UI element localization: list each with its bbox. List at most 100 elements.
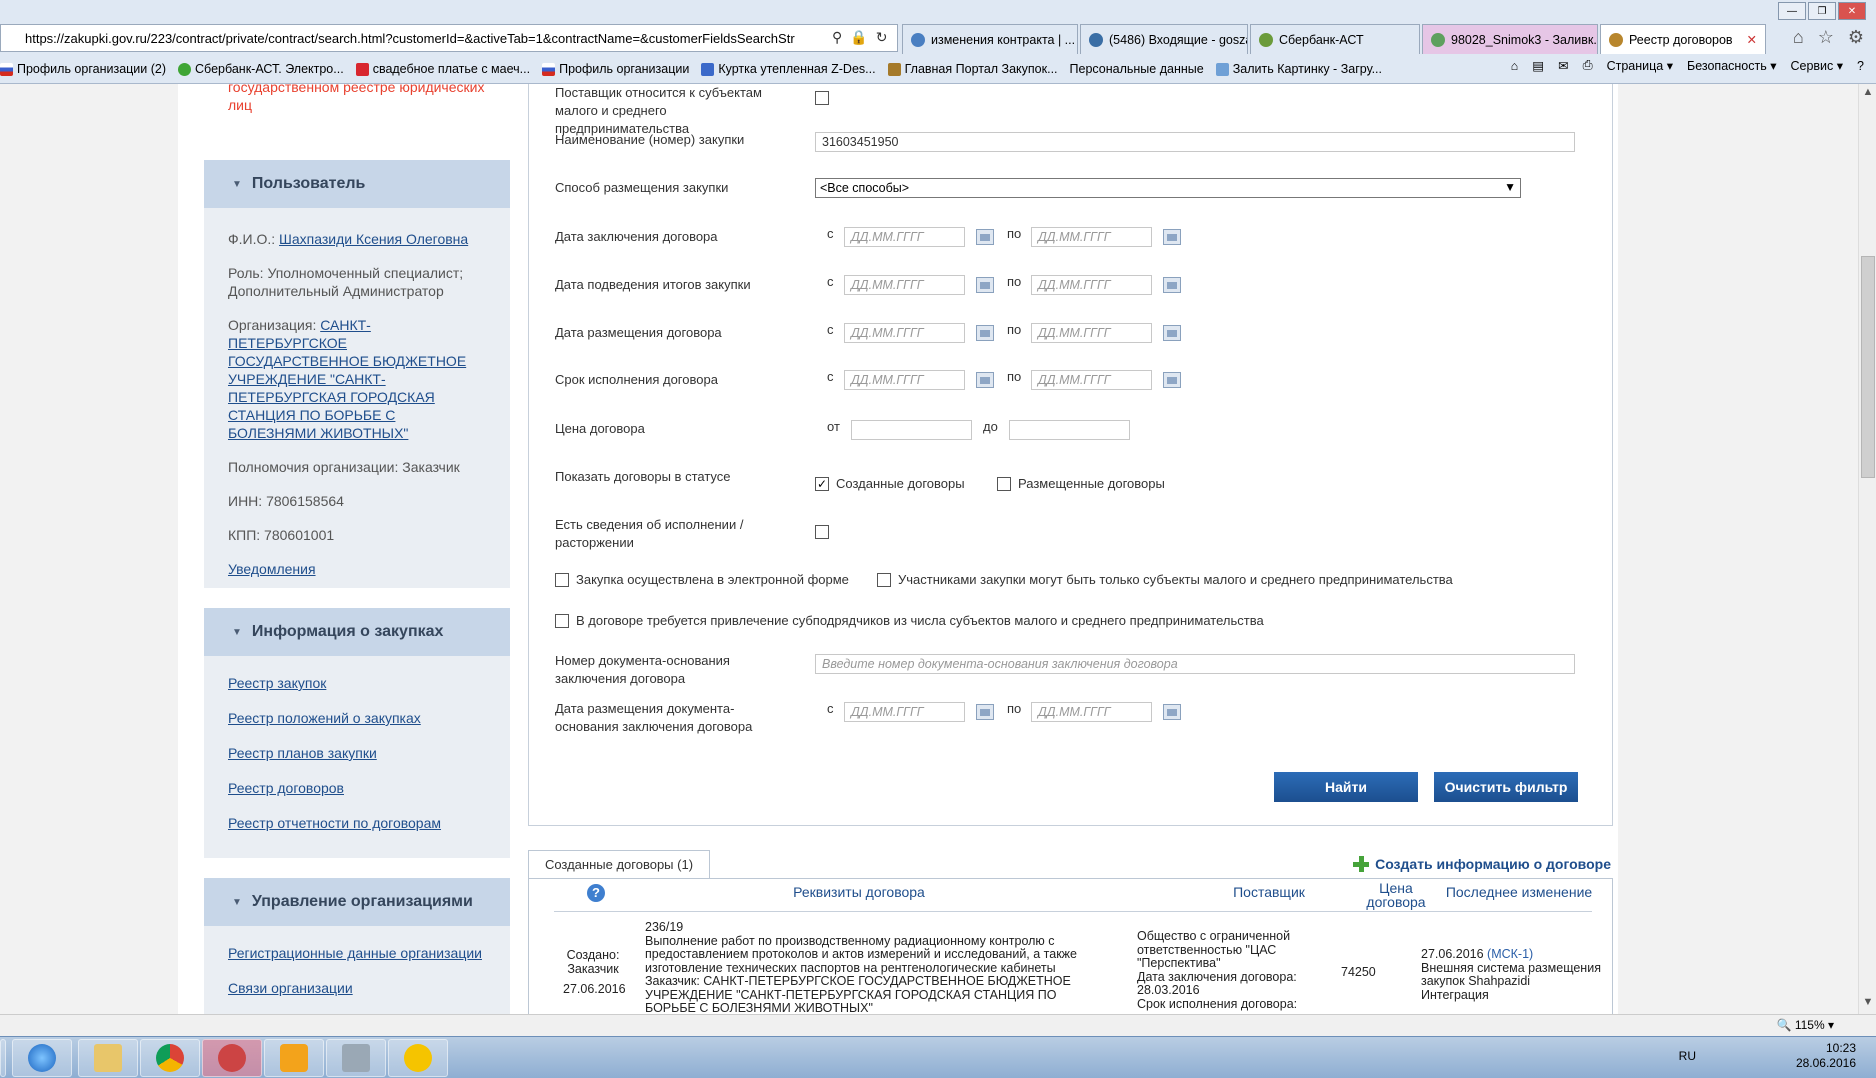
results-date-from-input[interactable]: ДД.ММ.ГГГГ xyxy=(844,275,965,295)
price-to-input[interactable] xyxy=(1009,420,1130,440)
reports-registry-link[interactable]: Реестр отчетности по договорам xyxy=(228,815,441,831)
favorites-star-icon[interactable]: ☆ xyxy=(1818,27,1834,48)
lock-icon[interactable]: 🔒 xyxy=(850,29,867,46)
close-tab-icon[interactable]: ✕ xyxy=(1747,32,1757,47)
address-bar[interactable]: https://zakupki.gov.ru/223/contract/priv… xyxy=(0,24,898,52)
user-fio-link[interactable]: Шахпазиди Ксения Олеговна xyxy=(279,231,468,247)
sme-participants-checkbox[interactable] xyxy=(877,573,891,587)
contracts-registry-link[interactable]: Реестр договоров xyxy=(228,780,344,796)
purchases-panel-header[interactable]: ▼ Информация о закупках xyxy=(204,608,510,656)
notifications-link[interactable]: Уведомления xyxy=(228,561,316,577)
organization-link[interactable]: САНКТ-ПЕТЕРБУРГСКОЕ ГОСУДАРСТВЕННОЕ БЮДЖ… xyxy=(228,317,466,441)
home-cmd-icon[interactable]: ⌂ xyxy=(1511,59,1519,73)
close-window-button[interactable]: ✕ xyxy=(1838,2,1866,20)
restore-button[interactable]: ❐ xyxy=(1808,2,1836,20)
purchases-registry-link[interactable]: Реестр закупок xyxy=(228,675,326,691)
results-date-to-input[interactable]: ДД.ММ.ГГГГ xyxy=(1031,275,1152,295)
1c-taskbar-icon[interactable] xyxy=(388,1039,448,1077)
row-details[interactable]: 236/19 Выполнение работ по производствен… xyxy=(645,920,1085,1014)
scroll-thumb[interactable] xyxy=(1861,256,1875,478)
page-menu[interactable]: Страница ▾ xyxy=(1607,58,1673,73)
find-button[interactable]: Найти xyxy=(1274,772,1418,802)
price-from-input[interactable] xyxy=(851,420,972,440)
execution-term-to-input[interactable]: ДД.ММ.ГГГГ xyxy=(1031,370,1152,390)
favorite-link[interactable]: свадебное платье с маеч... xyxy=(355,62,530,76)
ie-taskbar-icon[interactable] xyxy=(12,1039,72,1077)
tab-3[interactable]: Сбербанк-АСТ xyxy=(1250,24,1420,54)
favorite-link[interactable]: Главная Портал Закупок... xyxy=(887,62,1058,76)
electronic-form-checkbox[interactable] xyxy=(555,573,569,587)
calendar-icon[interactable] xyxy=(1163,229,1181,245)
status-created-checkbox[interactable]: ✓ xyxy=(815,477,829,491)
purchase-name-input[interactable]: 31603451950 xyxy=(815,132,1575,152)
favorite-link[interactable]: Куртка утепленная Z-Des... xyxy=(701,62,876,76)
placement-date-to-input[interactable]: ДД.ММ.ГГГГ xyxy=(1031,323,1152,343)
tab-2[interactable]: (5486) Входящие - gosza... xyxy=(1080,24,1248,54)
tab-1[interactable]: изменения контракта | ... xyxy=(902,24,1078,54)
calendar-icon[interactable] xyxy=(1163,325,1181,341)
tab-4[interactable]: 98028_Snimok3 - Заливк... xyxy=(1422,24,1598,54)
column-header-last-change[interactable]: Последнее изменение xyxy=(1419,885,1619,899)
basis-doc-date-from-input[interactable]: ДД.ММ.ГГГГ xyxy=(844,702,965,722)
print-icon[interactable]: ⎙ xyxy=(1583,58,1593,73)
column-header-details[interactable]: Реквизиты договора xyxy=(759,885,959,899)
tab-active[interactable]: Реестр договоров ✕ xyxy=(1600,24,1766,54)
favorite-link[interactable]: Персональные данные xyxy=(1070,62,1204,76)
sme-supplier-checkbox[interactable] xyxy=(815,91,829,105)
calendar-icon[interactable] xyxy=(976,229,994,245)
execution-info-checkbox[interactable] xyxy=(815,525,829,539)
explorer-taskbar-icon[interactable] xyxy=(78,1039,138,1077)
calendar-icon[interactable] xyxy=(976,277,994,293)
conclusion-date-from-input[interactable]: ДД.ММ.ГГГГ xyxy=(844,227,965,247)
refresh-icon[interactable]: ↻ xyxy=(876,29,888,46)
help-icon[interactable]: ? xyxy=(1857,59,1864,73)
column-header-supplier[interactable]: Поставщик xyxy=(1189,885,1349,899)
tools-menu[interactable]: Сервис ▾ xyxy=(1790,58,1843,73)
favorite-link[interactable]: Профиль организации (2) xyxy=(0,62,166,76)
calendar-icon[interactable] xyxy=(1163,704,1181,720)
help-question-icon[interactable]: ? xyxy=(587,884,605,902)
calendar-icon[interactable] xyxy=(1163,372,1181,388)
mail-icon[interactable]: ✉ xyxy=(1558,58,1568,73)
plans-registry-link[interactable]: Реестр планов закупки xyxy=(228,745,377,761)
security-menu[interactable]: Безопасность ▾ xyxy=(1687,58,1776,73)
scroll-up-icon[interactable]: ▲ xyxy=(1861,86,1875,102)
rss-icon[interactable]: ▤ xyxy=(1532,58,1544,73)
search-icon[interactable]: ⚲ xyxy=(832,29,842,46)
settings-gear-icon[interactable]: ⚙ xyxy=(1848,27,1864,48)
conclusion-date-to-input[interactable]: ДД.ММ.ГГГГ xyxy=(1031,227,1152,247)
method-select[interactable]: <Все способы> ▼ xyxy=(815,178,1521,198)
system-clock[interactable]: 10:23 28.06.2016 xyxy=(1796,1041,1856,1071)
favorite-link[interactable]: Залить Картинку - Загру... xyxy=(1215,62,1382,76)
placement-date-from-input[interactable]: ДД.ММ.ГГГГ xyxy=(844,323,965,343)
media-taskbar-icon[interactable] xyxy=(264,1039,324,1077)
vertical-scrollbar[interactable]: ▲ ▼ xyxy=(1858,84,1876,1014)
home-icon[interactable]: ⌂ xyxy=(1793,27,1804,48)
calendar-icon[interactable] xyxy=(976,325,994,341)
org-relations-link[interactable]: Связи организации xyxy=(228,980,353,996)
minimize-button[interactable]: — xyxy=(1778,2,1806,20)
user-panel-header[interactable]: ▼ Пользователь xyxy=(204,160,510,208)
regulations-registry-link[interactable]: Реестр положений о закупках xyxy=(228,710,421,726)
chrome-taskbar-icon[interactable] xyxy=(140,1039,200,1077)
calendar-icon[interactable] xyxy=(976,704,994,720)
language-indicator[interactable]: RU xyxy=(1679,1049,1696,1063)
calendar-icon[interactable] xyxy=(976,372,994,388)
scroll-down-icon[interactable]: ▼ xyxy=(1861,996,1875,1012)
create-contract-info-link[interactable]: Создать информацию о договоре xyxy=(1353,856,1611,872)
snipping-taskbar-icon[interactable] xyxy=(202,1039,262,1077)
org-registration-link[interactable]: Регистрационные данные организации xyxy=(228,945,482,961)
network-taskbar-icon[interactable] xyxy=(326,1039,386,1077)
clear-filter-button[interactable]: Очистить фильтр xyxy=(1434,772,1578,802)
calendar-icon[interactable] xyxy=(1163,277,1181,293)
org-panel-header[interactable]: ▼ Управление организациями xyxy=(204,878,510,926)
status-placed-checkbox[interactable] xyxy=(997,477,1011,491)
basis-doc-date-to-input[interactable]: ДД.ММ.ГГГГ xyxy=(1031,702,1152,722)
favorite-link[interactable]: Профиль организации xyxy=(542,62,689,76)
subcontract-checkbox[interactable] xyxy=(555,614,569,628)
execution-term-from-input[interactable]: ДД.ММ.ГГГГ xyxy=(844,370,965,390)
basis-doc-input[interactable]: Введите номер документа-основания заключ… xyxy=(815,654,1575,674)
zoom-level[interactable]: 🔍 115% ▾ xyxy=(1777,1018,1834,1032)
favorite-link[interactable]: Сбербанк-АСТ. Электро... xyxy=(178,62,344,76)
tab-created-contracts[interactable]: Созданные договоры (1) xyxy=(528,850,710,878)
